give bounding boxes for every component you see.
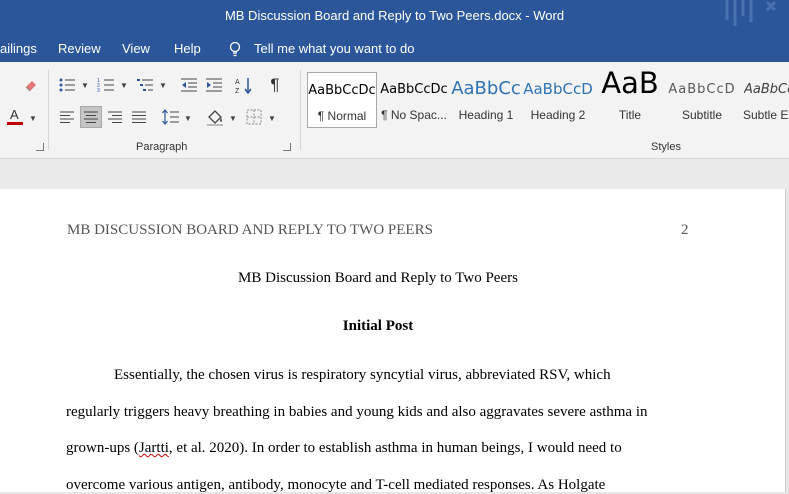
paragraph-line: regularly triggers heavy breathing in ba… — [66, 404, 648, 420]
bullets-icon — [59, 78, 75, 92]
style-title[interactable]: AaB Title — [595, 66, 665, 128]
pilcrow-icon: ¶ — [270, 75, 280, 94]
text-run: , et al. 2020). In order to establish as… — [168, 440, 622, 456]
style-preview: AaBbCcDc — [308, 83, 376, 98]
numbering-icon: 123 — [97, 78, 114, 93]
page-number: 2 — [681, 222, 689, 238]
eraser-icon — [25, 81, 36, 92]
tab-review[interactable]: Review — [58, 41, 101, 56]
style-name: Subtitle — [681, 108, 723, 122]
paragraph-line: Essentially, the chosen virus is respira… — [114, 367, 611, 383]
style-subtitle[interactable]: AaBbCcD Subtitle — [667, 72, 737, 128]
tell-me-search[interactable]: Tell me what you want to do — [254, 41, 414, 56]
style-name: Heading 1 — [458, 108, 514, 122]
paint-bucket-icon — [207, 110, 223, 126]
show-hide-marks-button[interactable]: ¶ — [264, 74, 286, 96]
chevron-down-icon[interactable]: ▼ — [120, 81, 128, 90]
style-preview: AaB — [601, 66, 659, 100]
svg-text:3: 3 — [97, 88, 100, 93]
ribbon-pattern-icon — [725, 0, 777, 26]
align-left-button[interactable] — [56, 106, 78, 128]
numbering-button[interactable]: 123 — [95, 74, 117, 96]
borders-button[interactable] — [243, 106, 265, 128]
paragraph-line: grown-ups (Jartti, et al. 2020). In orde… — [66, 440, 622, 457]
style-no-spacing[interactable]: AaBbCcDc ¶ No Spac... — [379, 72, 449, 128]
align-right-icon — [108, 111, 122, 123]
window-title: MB Discussion Board and Reply to Two Pee… — [224, 8, 565, 23]
style-preview: AaBbCcD — [744, 82, 789, 97]
title-bar: MB Discussion Board and Reply to Two Pee… — [0, 0, 789, 33]
style-name: ¶ No Spac... — [381, 108, 447, 122]
ruler-area — [0, 159, 789, 189]
style-preview: AaBbCc — [451, 78, 521, 99]
decrease-indent-icon — [181, 78, 197, 92]
style-normal[interactable]: AaBbCcDc ¶ Normal — [307, 72, 377, 128]
increase-indent-button[interactable] — [203, 74, 225, 96]
tab-view[interactable]: View — [122, 41, 150, 56]
document-title: MB Discussion Board and Reply to Two Pee… — [238, 270, 518, 286]
borders-icon — [246, 109, 262, 125]
shading-button[interactable] — [204, 106, 226, 128]
justify-button[interactable] — [128, 106, 150, 128]
style-subtle-emphasis[interactable]: AaBbCcD Subtle Em — [739, 72, 789, 128]
tab-help[interactable]: Help — [174, 41, 201, 56]
style-name: Subtle Em — [743, 108, 789, 122]
style-preview: AaBbCcD — [668, 82, 736, 97]
font-dialog-launcher-icon[interactable] — [36, 143, 44, 151]
chevron-down-icon[interactable]: ▼ — [159, 81, 167, 90]
style-name: Heading 2 — [530, 108, 586, 122]
svg-text:A: A — [235, 79, 240, 86]
divider — [48, 70, 49, 150]
increase-indent-icon — [206, 78, 222, 92]
style-heading-1[interactable]: AaBbCc Heading 1 — [451, 72, 521, 128]
clear-formatting-button[interactable] — [20, 74, 42, 96]
tab-mailings[interactable]: ailings — [0, 41, 37, 56]
misspelled-word[interactable]: Jartti — [139, 440, 169, 456]
ribbon: A ▼ ▼ 123 ▼ ▼ A Z ¶ ▼ ▼ ▼ Paragraph AaBb… — [0, 62, 789, 159]
style-preview: AaBbCcDc — [380, 82, 448, 97]
style-name: Title — [618, 108, 642, 122]
document-page[interactable]: MB DISCUSSION BOARD AND REPLY TO TWO PEE… — [0, 189, 785, 493]
style-preview: AaBbCcD — [523, 80, 593, 98]
style-heading-2[interactable]: AaBbCcD Heading 2 — [523, 72, 593, 128]
paragraph-group-label: Paragraph — [136, 141, 188, 153]
multilevel-list-button[interactable] — [134, 74, 156, 96]
sort-icon: A Z — [235, 78, 252, 94]
line-spacing-icon — [162, 109, 179, 125]
style-name: ¶ Normal — [317, 109, 367, 123]
multilevel-list-icon — [137, 79, 153, 91]
align-center-button[interactable] — [80, 106, 102, 128]
paragraph-line: overcome various antigen, antibody, mono… — [66, 477, 606, 493]
sort-button[interactable]: A Z — [233, 74, 255, 96]
bullets-button[interactable] — [56, 74, 78, 96]
running-header: MB DISCUSSION BOARD AND REPLY TO TWO PEE… — [67, 222, 433, 238]
svg-text:Z: Z — [235, 88, 240, 94]
chevron-down-icon[interactable]: ▼ — [29, 114, 37, 123]
font-color-button[interactable]: A — [4, 106, 26, 128]
paragraph-dialog-launcher-icon[interactable] — [283, 143, 291, 151]
svg-text:A: A — [10, 107, 19, 122]
text-run: grown-ups ( — [66, 440, 139, 456]
line-spacing-button[interactable] — [160, 106, 182, 128]
chevron-down-icon[interactable]: ▼ — [229, 114, 237, 123]
lightbulb-icon — [229, 41, 241, 57]
decrease-indent-button[interactable] — [178, 74, 200, 96]
align-right-button[interactable] — [104, 106, 126, 128]
ribbon-tabs: ailings Review View Help Tell me what yo… — [0, 33, 789, 62]
styles-group-label: Styles — [651, 141, 681, 153]
document-area: MB DISCUSSION BOARD AND REPLY TO TWO PEE… — [0, 189, 789, 493]
divider — [300, 70, 301, 150]
chevron-down-icon[interactable]: ▼ — [81, 81, 89, 90]
chevron-down-icon[interactable]: ▼ — [184, 114, 192, 123]
align-center-icon — [84, 111, 98, 123]
align-left-icon — [60, 111, 74, 123]
document-heading: Initial Post — [342, 318, 414, 334]
page-edge — [785, 189, 786, 492]
chevron-down-icon[interactable]: ▼ — [268, 114, 276, 123]
font-color-icon: A — [7, 107, 23, 125]
justify-icon — [132, 111, 146, 123]
